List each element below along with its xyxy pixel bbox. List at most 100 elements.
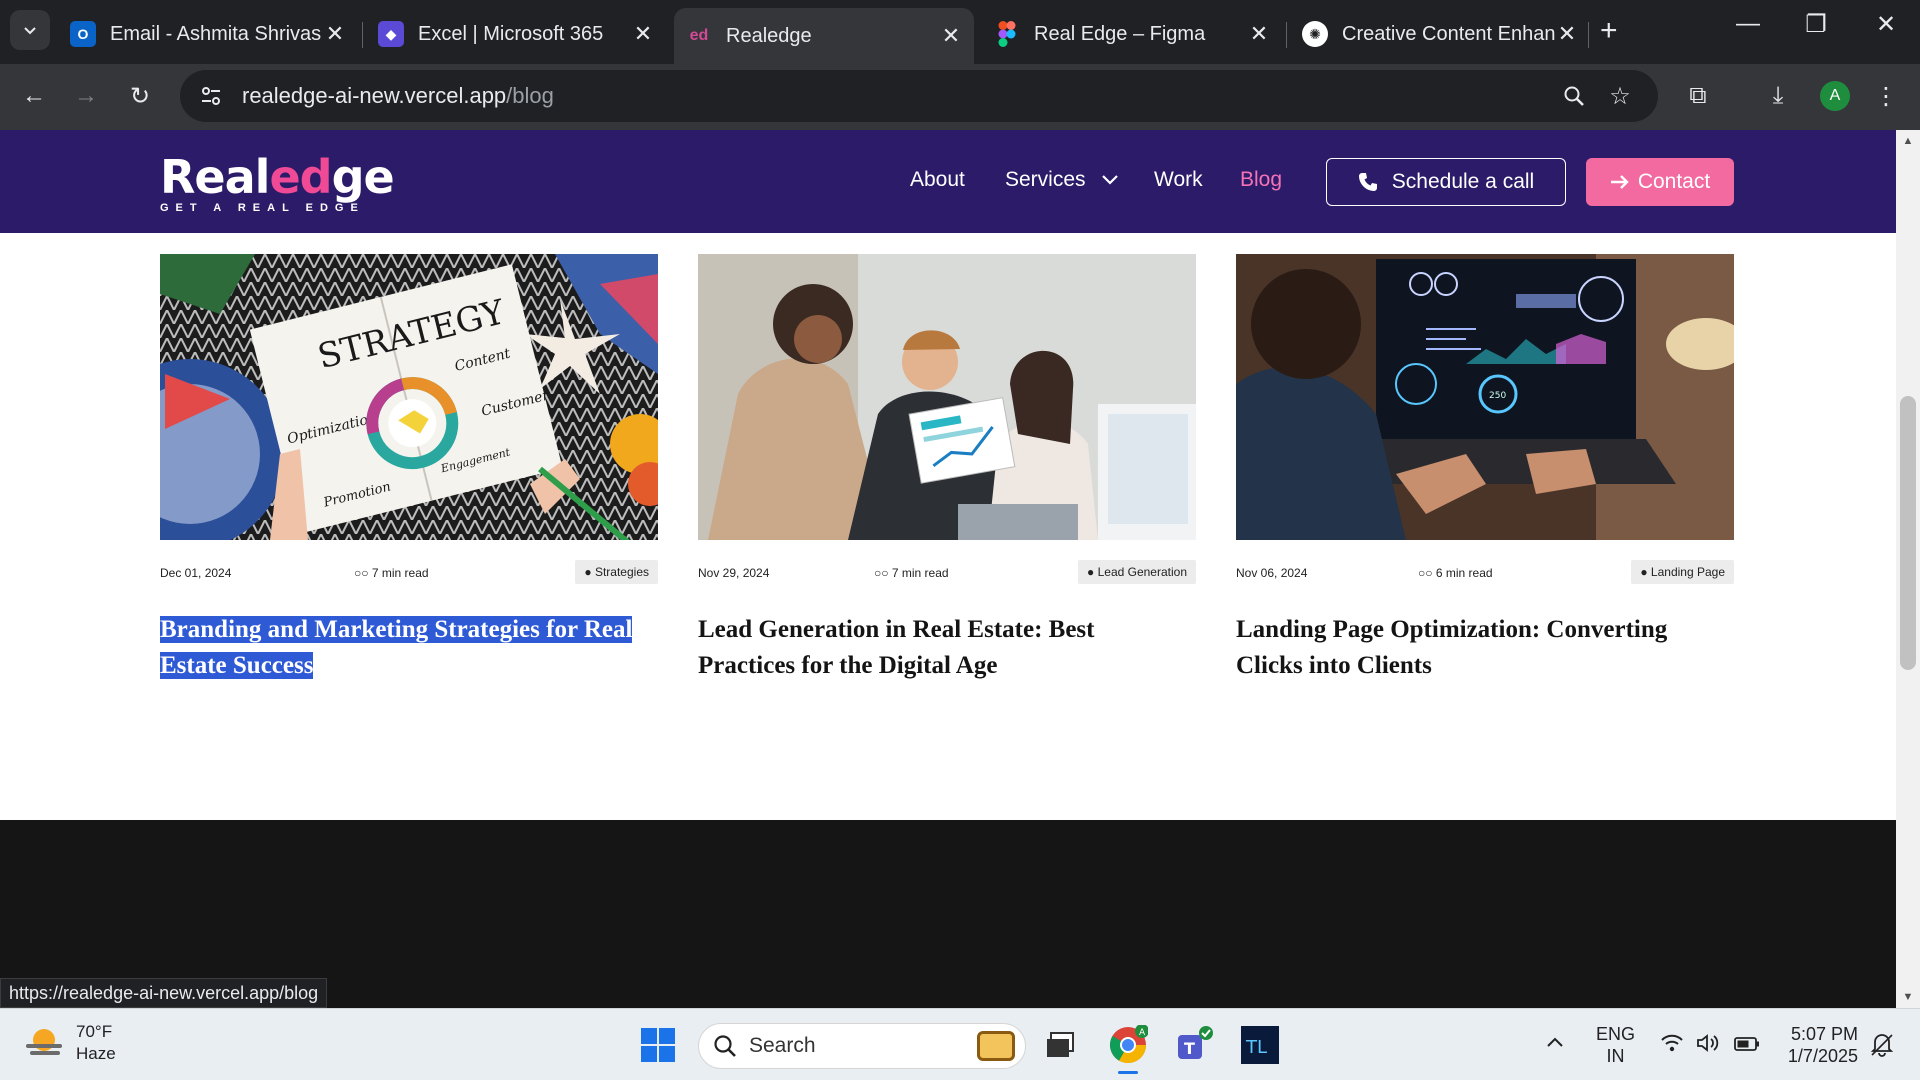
taskbar-search[interactable]: Search xyxy=(698,1023,1026,1069)
tab-separator xyxy=(1286,22,1287,48)
tab-email[interactable]: O Email - Ashmita Shrivas - ✕ xyxy=(58,8,358,60)
tab-chatgpt[interactable]: ✺ Creative Content Enhanc ✕ xyxy=(1290,8,1590,60)
page-scrollbar[interactable]: ▲ ▼ xyxy=(1896,130,1920,1008)
restore-icon[interactable]: ❐ xyxy=(1796,10,1836,39)
nav-services[interactable]: Services xyxy=(1005,168,1119,192)
active-app-indicator xyxy=(1118,1071,1138,1074)
url-text: realedge-ai-new.vercel.app/blog xyxy=(242,83,554,109)
teams-taskbar-icon[interactable]: T xyxy=(1172,1023,1216,1067)
back-icon[interactable]: ← xyxy=(16,78,52,114)
post-thumbnail[interactable] xyxy=(698,254,1196,540)
scroll-up-icon[interactable]: ▲ xyxy=(1896,132,1920,150)
logo-part-accent: ed xyxy=(269,150,332,204)
new-tab-icon[interactable]: + xyxy=(1600,14,1618,48)
chrome-taskbar-icon[interactable]: A xyxy=(1106,1023,1150,1067)
windows-start-icon[interactable] xyxy=(636,1023,680,1067)
post-title-line: Lead Generation in Real Estate: Best xyxy=(698,616,1095,643)
language-indicator[interactable]: ENG IN xyxy=(1596,1023,1635,1067)
tab-title: Excel | Microsoft 365 xyxy=(418,22,604,45)
contact-button[interactable]: Contact xyxy=(1586,158,1734,206)
task-view-icon[interactable] xyxy=(1038,1023,1082,1067)
zoom-icon[interactable] xyxy=(1558,80,1590,112)
post-title[interactable]: Landing Page Optimization: Converting Cli… xyxy=(1236,612,1734,684)
blog-card[interactable]: Nov 29, 2024 ○○ 7 min read ● Lead Genera… xyxy=(698,254,1196,684)
volume-icon[interactable] xyxy=(1696,1033,1720,1058)
close-icon[interactable]: ✕ xyxy=(940,23,962,48)
minimize-icon[interactable]: — xyxy=(1728,10,1768,38)
post-title[interactable]: Branding and Marketing Strategies for Re… xyxy=(160,612,658,684)
chatgpt-icon: ✺ xyxy=(1302,21,1328,47)
close-icon[interactable]: ✕ xyxy=(1556,21,1578,46)
nav-blog[interactable]: Blog xyxy=(1240,168,1282,192)
post-tag[interactable]: ● Strategies xyxy=(575,560,658,584)
tab-figma[interactable]: Real Edge – Figma ✕ xyxy=(982,8,1282,60)
close-icon[interactable]: ✕ xyxy=(1248,21,1270,46)
tab-separator xyxy=(362,22,363,48)
read-time: ○○ 6 min read xyxy=(1418,566,1493,580)
read-time: ○○ 7 min read xyxy=(874,566,949,580)
post-tag[interactable]: ● Lead Generation xyxy=(1078,560,1196,584)
read-time: ○○ 7 min read xyxy=(354,566,429,580)
post-tag[interactable]: ● Landing Page xyxy=(1631,560,1734,584)
show-hidden-icons[interactable] xyxy=(1546,1031,1564,1053)
logo-part: ge xyxy=(331,150,395,204)
tab-excel[interactable]: ◆ Excel | Microsoft 365 ✕ xyxy=(366,8,666,60)
post-date: Dec 01, 2024 xyxy=(160,566,232,580)
more-menu-icon[interactable]: ⋮ xyxy=(1868,78,1904,114)
site-settings-icon[interactable] xyxy=(196,81,226,111)
tab-search-button[interactable] xyxy=(10,10,50,50)
nav-work[interactable]: Work xyxy=(1154,168,1203,192)
address-bar[interactable]: realedge-ai-new.vercel.app/blog ☆ xyxy=(180,70,1658,122)
search-placeholder: Search xyxy=(749,1034,816,1057)
battery-icon[interactable] xyxy=(1734,1035,1760,1057)
team-meeting-image xyxy=(698,254,1196,540)
image-number: 250 xyxy=(1489,391,1506,401)
post-title-line: Landing Page Optimization: Converting xyxy=(1236,616,1668,643)
logo-wordmark: Realedge xyxy=(160,154,395,200)
logo-part: Real xyxy=(160,150,270,204)
tl-app-taskbar-icon[interactable]: TL xyxy=(1238,1023,1282,1067)
clock-date: 1/7/2025 xyxy=(1787,1046,1858,1066)
download-icon[interactable]: ⤓ xyxy=(1760,78,1796,114)
scrollbar-thumb[interactable] xyxy=(1900,396,1916,670)
post-tag-label: Lead Generation xyxy=(1097,565,1187,579)
profile-avatar[interactable]: A xyxy=(1820,81,1850,111)
forward-icon[interactable]: → xyxy=(68,78,104,114)
nav-about[interactable]: About xyxy=(910,168,965,192)
wifi-icon[interactable] xyxy=(1660,1033,1684,1058)
notification-bell-icon[interactable] xyxy=(1870,1031,1894,1062)
m365-icon: ◆ xyxy=(378,21,404,47)
clock[interactable]: 5:07 PM 1/7/2025 xyxy=(1786,1023,1858,1067)
extensions-icon[interactable]: ⧉ xyxy=(1680,78,1716,114)
schedule-call-button[interactable]: Schedule a call xyxy=(1326,158,1566,206)
post-meta: Nov 06, 2024 ○○ 6 min read ● Landing Pag… xyxy=(1236,560,1734,584)
blog-card[interactable]: STRATEGY Content Optimization Customer P… xyxy=(160,254,658,684)
post-title-line: Clicks into Clients xyxy=(1236,652,1432,679)
weather-widget[interactable]: 70°F Haze xyxy=(24,1021,116,1065)
bookmark-star-icon[interactable]: ☆ xyxy=(1604,80,1636,112)
post-thumbnail[interactable]: STRATEGY Content Optimization Customer P… xyxy=(160,254,658,540)
post-thumbnail[interactable]: 250 xyxy=(1236,254,1734,540)
tab-realedge[interactable]: ed Realedge ✕ xyxy=(674,8,974,64)
site-header: Realedge GET A REAL EDGE About Services … xyxy=(0,130,1896,233)
chevron-down-icon xyxy=(1102,175,1119,185)
glasses-icon: ○○ xyxy=(874,566,892,580)
realedge-icon: ed xyxy=(689,27,709,44)
close-window-icon[interactable]: ✕ xyxy=(1866,10,1906,39)
blog-card[interactable]: 250 Nov 06, 2024 ○○ 6 min read ● Landing… xyxy=(1236,254,1734,684)
post-meta: Dec 01, 2024 ○○ 7 min read ● Strategies xyxy=(160,560,658,584)
svg-text:A: A xyxy=(1139,1028,1146,1038)
tab-separator xyxy=(1588,22,1589,48)
post-title[interactable]: Lead Generation in Real Estate: Best Prac… xyxy=(698,612,1196,684)
post-title-line: Branding and Marketing Strategies for Re… xyxy=(160,616,633,643)
post-title-line: Estate Success xyxy=(160,652,314,679)
site-logo[interactable]: Realedge GET A REAL EDGE xyxy=(160,154,395,214)
post-tag-label: Landing Page xyxy=(1650,565,1725,579)
close-icon[interactable]: ✕ xyxy=(324,21,346,46)
scroll-down-icon[interactable]: ▼ xyxy=(1896,988,1920,1006)
reload-icon[interactable]: ↻ xyxy=(122,78,158,114)
figma-icon xyxy=(994,21,1020,47)
close-icon[interactable]: ✕ xyxy=(632,21,654,46)
work-briefcase-icon xyxy=(977,1031,1015,1061)
tab-title: Email - Ashmita Shrivas - xyxy=(110,22,324,45)
